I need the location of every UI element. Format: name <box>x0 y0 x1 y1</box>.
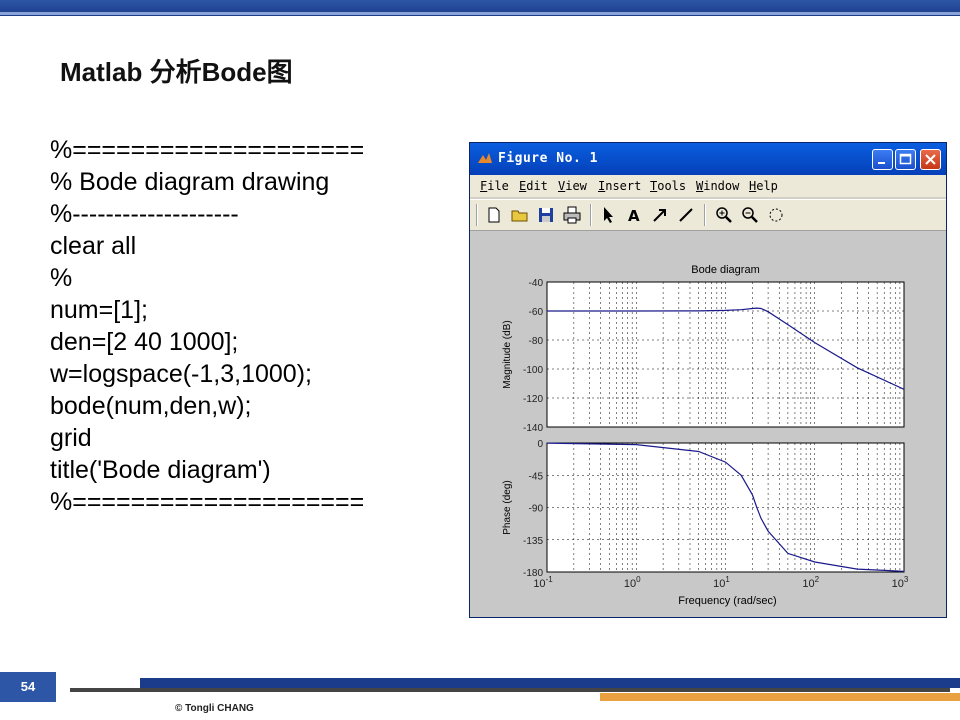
code-line: grid <box>50 424 92 452</box>
open-folder-icon[interactable] <box>510 205 530 225</box>
toolbar-separator <box>704 204 706 226</box>
select-arrow-icon[interactable] <box>598 205 618 225</box>
footer-decor-blue <box>140 678 960 688</box>
figure-window[interactable]: Figure No. 1 File Edit View Insert Tools… <box>469 142 947 618</box>
magnitude-y-axis-label: Magnitude (dB) <box>502 320 513 388</box>
magnitude-y-tick-label: -60 <box>529 307 544 318</box>
menu-edit[interactable]: Edit <box>519 179 548 193</box>
code-line: %==================== <box>50 488 365 516</box>
footer-decor-orange <box>600 693 960 701</box>
magnitude-y-tick-label: -100 <box>523 365 543 376</box>
code-line: %-------------------- <box>50 200 239 228</box>
plot-area: Bode diagram -40 -60 -80 -100 -120 -140 Magnitu… <box>470 231 946 617</box>
toolbar-separator <box>476 204 478 226</box>
save-icon[interactable] <box>536 205 556 225</box>
code-line: den=[2 40 1000]; <box>50 328 239 356</box>
x-axis-label: Frequency (rad/sec) <box>678 595 776 607</box>
minimize-button[interactable] <box>872 149 893 170</box>
matlab-logo-icon <box>478 153 492 163</box>
footer-decor-dark <box>70 688 950 692</box>
close-icon <box>925 154 936 165</box>
code-line: % Bode diagram drawing <box>50 168 330 196</box>
menu-file[interactable]: File <box>480 179 509 193</box>
tool-bar: A <box>470 199 946 231</box>
code-line: w=logspace(-1,3,1000); <box>50 360 312 388</box>
maximize-button[interactable] <box>895 149 916 170</box>
magnitude-y-tick-label: -120 <box>523 394 543 405</box>
zoom-in-icon[interactable] <box>714 205 734 225</box>
zoom-out-icon[interactable] <box>740 205 760 225</box>
code-line: num=[1]; <box>50 296 148 324</box>
menu-view[interactable]: View <box>558 179 587 193</box>
copyright-text: © Tongli CHANG <box>175 703 254 714</box>
code-line: bode(num,den,w); <box>50 392 252 420</box>
window-title: Figure No. 1 <box>498 151 598 166</box>
slide-title: Matlab 分析Bode图 <box>60 57 293 87</box>
menu-tools[interactable]: Tools <box>650 179 686 193</box>
close-button[interactable] <box>920 149 941 170</box>
top-banner <box>0 0 960 16</box>
arrow-tool-icon[interactable] <box>650 205 670 225</box>
phase-y-axis-label: Phase (deg) <box>502 480 513 534</box>
page-number: 54 <box>0 672 56 702</box>
menu-bar: File Edit View Insert Tools Window Help <box>470 175 946 197</box>
magnitude-y-tick-label: -40 <box>529 278 544 289</box>
window-title-bar[interactable]: Figure No. 1 <box>470 143 946 175</box>
code-line: clear all <box>50 232 137 260</box>
x-tick-label: 10-1 <box>533 575 553 590</box>
magnitude-y-tick-label: -140 <box>523 423 543 434</box>
magnitude-y-tick-label: -80 <box>529 336 544 347</box>
maximize-icon <box>899 153 912 165</box>
x-tick-label: 100 <box>624 575 641 590</box>
phase-y-tick-label: 0 <box>537 439 543 450</box>
menu-help[interactable]: Help <box>749 179 778 193</box>
x-tick-label: 101 <box>713 575 730 590</box>
menu-window[interactable]: Window <box>696 179 739 193</box>
chart-title: Bode diagram <box>691 264 760 276</box>
code-block: %==================== % Bode diagram draw… <box>50 134 364 518</box>
phase-y-tick-label: -90 <box>529 504 544 515</box>
bode-diagram-chart: Bode diagram -40 -60 -80 -100 -120 -140 Magnitu… <box>502 264 909 607</box>
x-tick-label: 102 <box>802 575 819 590</box>
code-line: title('Bode diagram') <box>50 456 271 484</box>
rotate-icon[interactable] <box>766 205 786 225</box>
x-tick-label: 103 <box>892 575 909 590</box>
code-line: %==================== <box>50 136 365 164</box>
menu-insert[interactable]: Insert <box>598 179 641 193</box>
svg-text:A: A <box>628 207 640 225</box>
line-tool-icon[interactable] <box>676 205 696 225</box>
phase-y-tick-label: -45 <box>529 471 544 482</box>
new-file-icon[interactable] <box>484 205 504 225</box>
code-line: % <box>50 264 73 292</box>
phase-y-tick-label: -135 <box>523 536 543 547</box>
text-icon[interactable]: A <box>624 205 644 225</box>
print-icon[interactable] <box>562 205 582 225</box>
toolbar-separator <box>590 204 592 226</box>
minimize-icon <box>878 162 885 164</box>
